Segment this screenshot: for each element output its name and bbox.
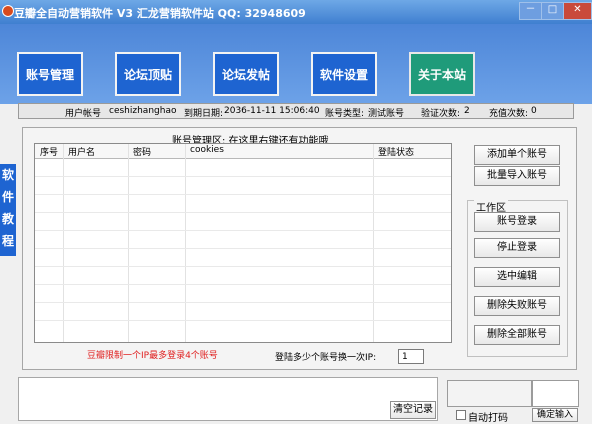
account-login-button[interactable]: 账号登录 <box>474 212 560 232</box>
column-divider <box>373 144 374 342</box>
minimize-icon: － <box>525 4 536 15</box>
ip-switch-input[interactable]: 1 <box>398 349 424 364</box>
close-button[interactable]: ✕ <box>563 2 592 20</box>
maximize-button[interactable]: □ <box>541 2 564 20</box>
row-divider <box>35 320 451 321</box>
column-divider <box>63 144 64 342</box>
tutorial-sidebar[interactable]: 软 件 教 程 <box>0 164 16 256</box>
col-login-status[interactable]: 登陆状态 <box>378 145 414 158</box>
col-index[interactable]: 序号 <box>40 145 58 158</box>
row-divider <box>35 266 451 267</box>
ip-switch-label: 登陆多少个账号换一次IP: <box>275 353 377 363</box>
delete-all-accounts-button[interactable]: 删除全部账号 <box>474 325 560 345</box>
add-single-account-button[interactable]: 添加单个账号 <box>474 145 560 165</box>
row-divider <box>35 230 451 231</box>
row-divider <box>35 194 451 195</box>
captcha-input[interactable] <box>532 380 579 407</box>
recharge-count-value: 0 <box>531 106 537 116</box>
user-label: 用户帐号 <box>65 109 102 119</box>
ip-limit-warning: 豆瓣限制一个IP最多登录4个账号 <box>87 351 218 361</box>
nav-software-settings[interactable]: 软件设置 <box>311 52 377 96</box>
title-bar: 豆瓣全自动营销软件 V3 汇龙营销软件站 QQ: 32948609 － □ ✕ <box>0 0 592 24</box>
row-divider <box>35 176 451 177</box>
table-header: 序号 用户名 密码 cookies 登陆状态 <box>35 144 451 159</box>
log-textarea[interactable] <box>18 377 438 421</box>
auto-captcha-checkbox[interactable] <box>456 410 466 420</box>
verify-count-label: 验证次数: <box>421 109 461 119</box>
auto-captcha-label: 自动打码 <box>468 413 508 424</box>
account-info-bar: 用户帐号 ceshizhanghao 到期日期: 2036-11-11 15:0… <box>18 103 574 119</box>
close-icon: ✕ <box>573 4 582 15</box>
col-password[interactable]: 密码 <box>133 145 151 158</box>
minimize-button[interactable]: － <box>519 2 542 20</box>
verify-count-value: 2 <box>464 106 470 116</box>
row-divider <box>35 248 451 249</box>
stop-login-button[interactable]: 停止登录 <box>474 238 560 258</box>
maximize-icon: □ <box>547 4 558 15</box>
app-icon <box>2 5 14 17</box>
column-divider <box>128 144 129 342</box>
row-divider <box>35 302 451 303</box>
confirm-input-button[interactable]: 确定输入 <box>532 408 578 422</box>
nav-forum-bump[interactable]: 论坛顶贴 <box>115 52 181 96</box>
nav-account-management[interactable]: 账号管理 <box>17 52 83 96</box>
recharge-count-label: 充值次数: <box>489 109 529 119</box>
expire-value: 2036-11-11 15:06:40 <box>224 106 320 116</box>
col-cookies[interactable]: cookies <box>190 145 224 155</box>
delete-failed-accounts-button[interactable]: 删除失败账号 <box>474 296 560 316</box>
account-type-label: 账号类型: <box>325 109 365 119</box>
row-divider <box>35 284 451 285</box>
sidebar-char: 软 <box>1 168 14 182</box>
sidebar-char: 程 <box>1 234 14 248</box>
batch-import-accounts-button[interactable]: 批量导入账号 <box>474 166 560 186</box>
sidebar-char: 件 <box>1 190 14 204</box>
nav-forum-post[interactable]: 论坛发帖 <box>213 52 279 96</box>
column-divider <box>185 144 186 342</box>
user-value: ceshizhanghao <box>109 106 177 116</box>
edit-selected-button[interactable]: 选中编辑 <box>474 267 560 287</box>
clear-log-button[interactable]: 清空记录 <box>390 401 436 419</box>
captcha-image <box>447 380 532 407</box>
window-title: 豆瓣全自动营销软件 V3 汇龙营销软件站 QQ: 32948609 <box>14 7 306 20</box>
expire-label: 到期日期: <box>184 109 224 119</box>
account-type-value: 测试账号 <box>368 109 405 119</box>
header-banner <box>0 24 592 104</box>
account-table[interactable]: 序号 用户名 密码 cookies 登陆状态 <box>34 143 452 343</box>
col-username[interactable]: 用户名 <box>68 145 95 158</box>
sidebar-char: 教 <box>1 212 14 226</box>
nav-about-site[interactable]: 关于本站 <box>409 52 475 96</box>
row-divider <box>35 212 451 213</box>
